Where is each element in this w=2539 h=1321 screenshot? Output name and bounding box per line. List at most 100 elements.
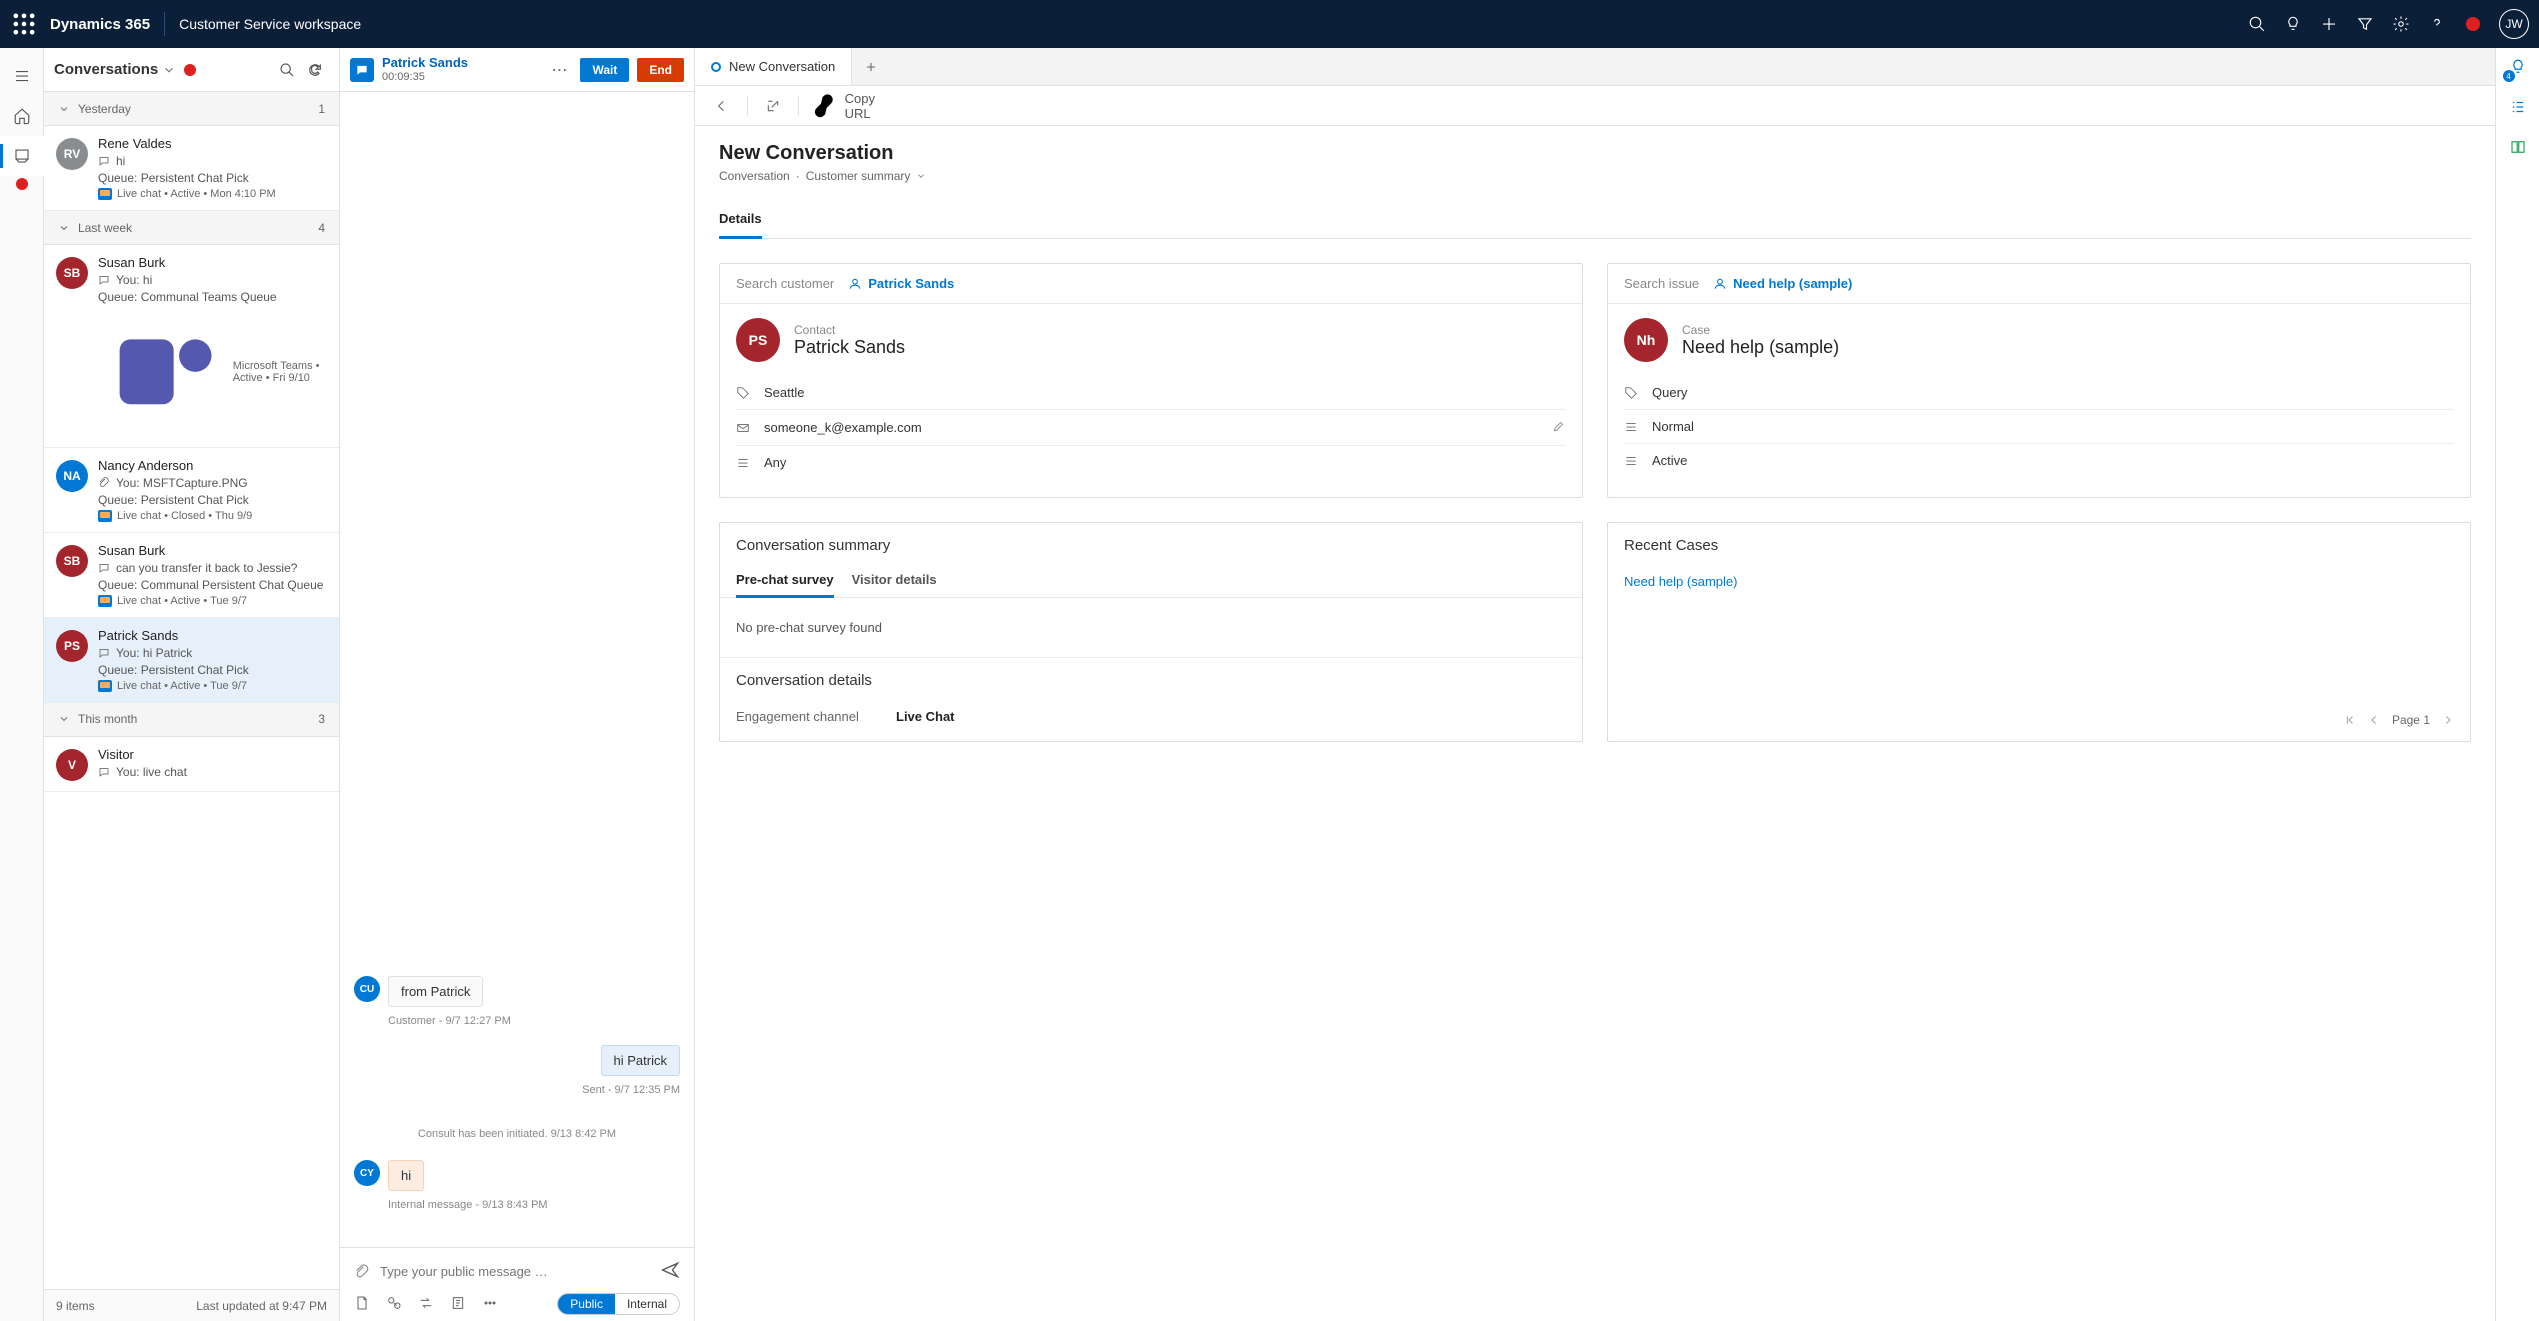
home-icon[interactable] xyxy=(0,96,44,136)
avatar: RV xyxy=(56,138,88,170)
seg-internal[interactable]: Internal xyxy=(615,1294,679,1314)
right-content[interactable]: New Conversation Conversation · Customer… xyxy=(695,126,2495,1321)
chevron-down-icon[interactable] xyxy=(162,63,176,77)
recent-case-link[interactable]: Need help (sample) xyxy=(1608,564,2470,599)
avatar: NA xyxy=(56,460,88,492)
edit-icon[interactable] xyxy=(1552,419,1566,436)
plus-icon[interactable] xyxy=(2311,0,2347,48)
kv-key: Engagement channel xyxy=(736,709,896,724)
group-label: This month xyxy=(78,712,137,726)
consult-icon[interactable] xyxy=(386,1295,404,1313)
field-email[interactable]: someone_k@example.com xyxy=(764,420,1538,435)
field-pref[interactable]: Any xyxy=(764,455,1566,470)
chevron-down-icon[interactable] xyxy=(916,171,926,181)
convo-name: Rene Valdes xyxy=(98,136,327,151)
msg-bubble-sent: hi Patrick xyxy=(601,1045,680,1076)
workspace-label: Customer Service workspace xyxy=(179,16,361,32)
note-icon[interactable] xyxy=(354,1295,372,1313)
conversations-header: Conversations xyxy=(44,48,339,92)
back-icon[interactable] xyxy=(707,91,737,121)
help-icon[interactable] xyxy=(2419,0,2455,48)
attachment-icon[interactable] xyxy=(354,1264,370,1280)
conversations-alert-dot xyxy=(184,64,196,76)
user-avatar[interactable]: JW xyxy=(2499,9,2529,39)
knowledge-book-icon[interactable] xyxy=(2505,134,2531,160)
convo-preview: can you transfer it back to Jessie? xyxy=(116,561,297,575)
convo-item-rene[interactable]: RV Rene Valdes hi Queue: Persistent Chat… xyxy=(44,126,339,211)
convo-item-patrick[interactable]: PS Patrick Sands You: hi Patrick Queue: … xyxy=(44,618,339,703)
bulb-icon[interactable] xyxy=(2275,0,2311,48)
filter-icon[interactable] xyxy=(2347,0,2383,48)
person-icon xyxy=(1713,277,1727,291)
first-page-icon[interactable] xyxy=(2344,714,2356,726)
attachment-icon xyxy=(98,477,110,489)
convo-item-visitor[interactable]: V Visitor You: live chat xyxy=(44,737,339,792)
chat-more-icon[interactable]: ⋯ xyxy=(547,56,572,84)
tab-details[interactable]: Details xyxy=(719,203,762,239)
menu-icon[interactable] xyxy=(0,56,44,96)
prev-page-icon[interactable] xyxy=(2368,714,2380,726)
convo-item-nancy[interactable]: NA Nancy Anderson You: MSFTCapture.PNG Q… xyxy=(44,448,339,533)
more-icon[interactable] xyxy=(482,1295,500,1313)
group-thismonth[interactable]: This month 3 xyxy=(44,703,339,737)
workspace-tab[interactable]: New Conversation xyxy=(695,48,852,85)
convo-item-susan1[interactable]: SB Susan Burk You: hi Queue: Communal Te… xyxy=(44,245,339,448)
global-topbar: Dynamics 365 Customer Service workspace … xyxy=(0,0,2539,48)
list-icon xyxy=(1624,420,1638,434)
group-yesterday[interactable]: Yesterday 1 xyxy=(44,92,339,126)
compose-input[interactable] xyxy=(380,1258,650,1285)
kv-value: Live Chat xyxy=(896,709,955,724)
smart-assist-icon[interactable]: 4 xyxy=(2505,54,2531,80)
end-button[interactable]: End xyxy=(637,58,684,82)
msg-meta: Customer - 9/7 12:27 PM xyxy=(388,1015,680,1027)
search-issue-input[interactable]: Search issue xyxy=(1624,276,1699,291)
gear-icon[interactable] xyxy=(2383,0,2419,48)
rail-notification-dot xyxy=(16,178,28,190)
checklist-icon[interactable] xyxy=(2505,94,2531,120)
teams-icon xyxy=(98,307,228,437)
convo-meta: Live chat • Closed • Thu 9/9 xyxy=(117,510,252,522)
item-count: 9 items xyxy=(56,1299,95,1313)
conversation-summary-card: Conversation summary Pre-chat survey Vis… xyxy=(719,522,1583,742)
wait-button[interactable]: Wait xyxy=(580,58,629,82)
livechat-badge-icon xyxy=(98,680,112,692)
tab-prechat[interactable]: Pre-chat survey xyxy=(736,564,834,598)
page-label: Page 1 xyxy=(2392,713,2430,727)
recent-cases-card: Recent Cases Need help (sample) Page 1 xyxy=(1607,522,2471,742)
next-page-icon[interactable] xyxy=(2442,714,2454,726)
copy-url-button[interactable]: Copy URL xyxy=(809,91,875,121)
chat-body[interactable]: CU from Patrick Customer - 9/7 12:27 PM … xyxy=(340,92,694,1247)
command-bar: Copy URL xyxy=(695,86,2495,126)
visibility-segment[interactable]: Public Internal xyxy=(557,1293,680,1315)
field-status[interactable]: Active xyxy=(1652,453,2454,468)
chevron-down-icon xyxy=(58,222,70,234)
customer-link[interactable]: Patrick Sands xyxy=(848,276,954,291)
convo-name: Patrick Sands xyxy=(98,628,327,643)
search-customer-input[interactable]: Search customer xyxy=(736,276,834,291)
refresh-icon[interactable] xyxy=(301,56,329,84)
send-icon[interactable] xyxy=(660,1260,680,1283)
workspace-tabstrip: New Conversation xyxy=(695,48,2495,86)
group-lastweek[interactable]: Last week 4 xyxy=(44,211,339,245)
separator xyxy=(798,96,799,116)
conversations-list[interactable]: Yesterday 1 RV Rene Valdes hi Queue: Per… xyxy=(44,92,339,1289)
tag-icon xyxy=(1624,386,1638,400)
seg-public[interactable]: Public xyxy=(558,1294,615,1314)
app-launcher-icon[interactable] xyxy=(10,10,38,38)
knowledge-icon[interactable] xyxy=(450,1295,468,1313)
group-count: 3 xyxy=(318,712,325,726)
convo-item-susan2[interactable]: SB Susan Burk can you transfer it back t… xyxy=(44,533,339,618)
panel-search-icon[interactable] xyxy=(273,56,301,84)
field-city[interactable]: Seattle xyxy=(764,385,1566,400)
transfer-icon[interactable] xyxy=(418,1295,436,1313)
tab-visitor[interactable]: Visitor details xyxy=(852,564,937,597)
open-in-new-icon[interactable] xyxy=(758,91,788,121)
chat-header-name[interactable]: Patrick Sands xyxy=(382,55,539,71)
inbox-icon[interactable] xyxy=(0,136,44,176)
field-priority[interactable]: Normal xyxy=(1652,419,2454,434)
issue-link[interactable]: Need help (sample) xyxy=(1713,276,1852,291)
add-tab-icon[interactable] xyxy=(852,48,890,85)
search-icon[interactable] xyxy=(2239,0,2275,48)
crumb-summary[interactable]: Customer summary xyxy=(806,169,911,183)
field-type[interactable]: Query xyxy=(1652,385,2454,400)
